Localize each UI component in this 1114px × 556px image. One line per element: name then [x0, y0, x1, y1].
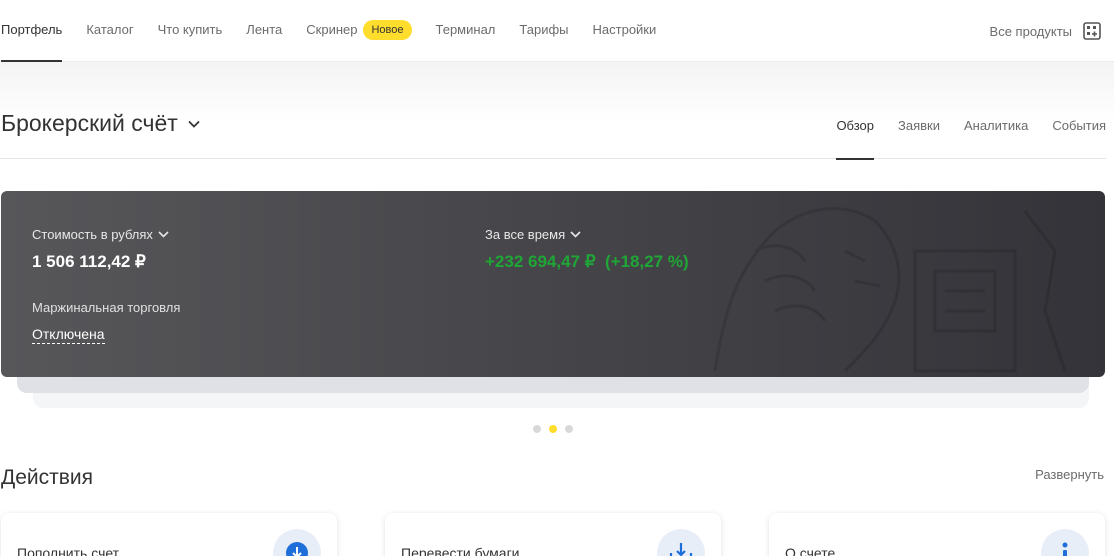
action-card-about-account[interactable]: О счете — [769, 513, 1105, 556]
nav-item-what-to-buy[interactable]: Что купить — [158, 0, 223, 62]
nav-item-terminal[interactable]: Терминал — [436, 0, 496, 62]
portfolio-value: 1 506 112,42 ₽ — [32, 252, 146, 271]
period-selector[interactable]: За все время — [485, 227, 581, 242]
value-currency-selector[interactable]: Стоимость в рублях — [32, 227, 169, 242]
value-label: Стоимость в рублях — [32, 227, 153, 242]
nav-item-label: Лента — [246, 22, 283, 37]
tab-events[interactable]: События — [1052, 96, 1106, 159]
transfer-papers-icon — [669, 543, 693, 556]
expand-actions-link[interactable]: Развернуть — [1035, 467, 1104, 482]
carousel-dot[interactable] — [533, 425, 541, 433]
nav-item-label: Скринер — [306, 22, 358, 37]
period-label: За все время — [485, 227, 566, 242]
chevron-down-icon — [570, 231, 581, 238]
all-products-label: Все продукты — [989, 23, 1072, 39]
action-icon-wrap — [273, 529, 321, 556]
nav-item-label: Каталог — [86, 22, 134, 37]
nav-item-label: Портфель — [1, 22, 63, 37]
top-navigation: Портфель Каталог Что купить Лента Скрине… — [0, 0, 1114, 62]
apps-plus-icon — [1083, 22, 1101, 40]
new-badge: Новое — [363, 19, 412, 40]
nav-item-label: Терминал — [435, 22, 496, 37]
actions-heading: Действия — [1, 466, 94, 489]
account-header: Брокерский счёт Обзор Заявки Аналитика С… — [0, 96, 1106, 160]
nav-item-screener[interactable]: Скринер Новое — [306, 0, 412, 62]
account-title: Брокерский счёт — [1, 110, 178, 136]
nav-item-label: Настройки — [592, 22, 657, 37]
action-icon-wrap — [657, 529, 705, 556]
nav-item-feed[interactable]: Лента — [246, 0, 282, 62]
chevron-down-icon — [158, 231, 169, 238]
nav-item-portfolio[interactable]: Портфель — [1, 0, 63, 62]
carousel-pagination — [533, 425, 581, 433]
download-arrow-icon — [286, 542, 308, 556]
tab-orders[interactable]: Заявки — [898, 96, 940, 159]
nav-items: Портфель Каталог Что купить Лента Скрине… — [1, 0, 680, 62]
account-tabs: Обзор Заявки Аналитика События — [812, 96, 1106, 160]
portfolio-summary-card: Стоимость в рублях 1 506 112,42 ₽ За все… — [1, 191, 1105, 377]
nav-item-catalog[interactable]: Каталог — [86, 0, 133, 62]
info-icon — [1062, 542, 1068, 556]
chevron-down-icon — [188, 120, 200, 128]
carousel-dot-active[interactable] — [549, 425, 557, 433]
all-products-button[interactable]: Все продукты — [990, 0, 1102, 62]
carousel-dot[interactable] — [565, 425, 573, 433]
tab-overview[interactable]: Обзор — [836, 96, 874, 160]
nav-item-tariffs[interactable]: Тарифы — [519, 0, 568, 62]
action-card-label: Перевести бумаги — [401, 545, 520, 556]
lion-watermark-icon — [713, 207, 1067, 373]
action-card-label: Пополнить счет — [17, 545, 120, 556]
account-selector[interactable]: Брокерский счёт — [1, 110, 200, 137]
margin-trading-label: Маржинальная торговля — [32, 300, 181, 315]
action-icon-wrap — [1041, 529, 1089, 556]
action-card-label: О счете — [785, 545, 836, 556]
action-card-transfer-securities[interactable]: Перевести бумаги — [385, 513, 721, 556]
nav-item-label: Что купить — [157, 22, 223, 37]
tab-analytics[interactable]: Аналитика — [964, 96, 1028, 159]
portfolio-gain: +232 694,47 ₽ (+18,27 %) — [485, 252, 689, 271]
action-card-top-up[interactable]: Пополнить счет — [1, 513, 337, 556]
margin-trading-status-link[interactable]: Отключена — [32, 326, 105, 344]
nav-item-settings[interactable]: Настройки — [593, 0, 657, 62]
nav-item-label: Тарифы — [519, 22, 569, 37]
